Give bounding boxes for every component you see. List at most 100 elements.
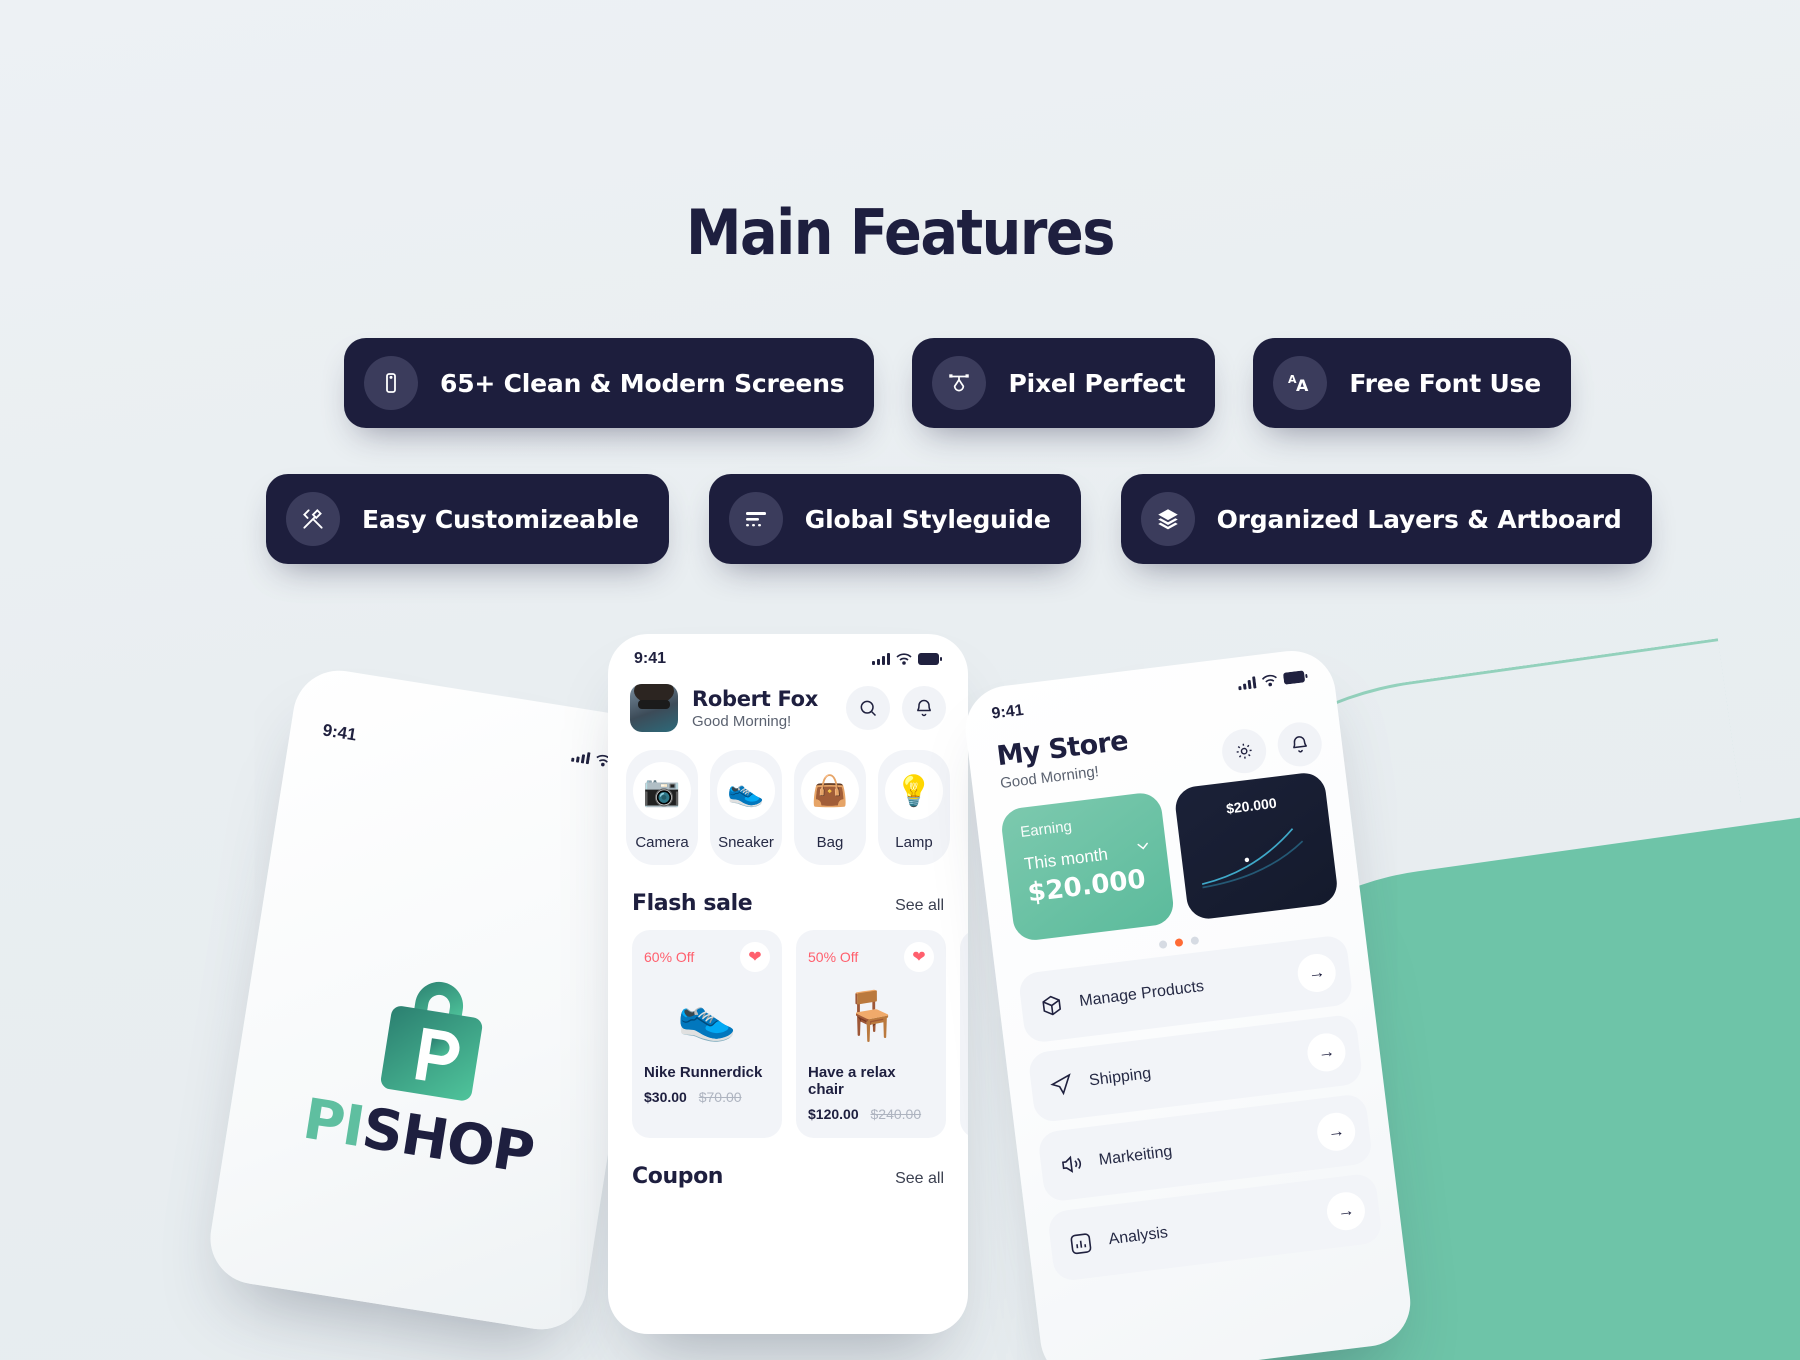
search-button[interactable] bbox=[846, 686, 890, 730]
menu-item-label: Markeiting bbox=[1097, 1142, 1174, 1169]
product-name: Have a relax chair bbox=[808, 1064, 896, 1098]
pagination-dot[interactable] bbox=[1190, 936, 1200, 946]
presentation-canvas: Main Features 65+ Clean & Modern Screens… bbox=[0, 0, 1800, 1360]
category-item[interactable]: 💡 Lamp bbox=[878, 750, 950, 865]
user-name: Robert Fox bbox=[692, 686, 819, 711]
store-menu-list: Manage Products → Shipping → Markeiting … bbox=[995, 928, 1402, 1285]
product-list: 60% Off ❤ 👟 Nike Runnerdick $30.00 $70.0… bbox=[608, 916, 968, 1138]
notification-button[interactable] bbox=[902, 686, 946, 730]
line-chart-graphic bbox=[1201, 828, 1304, 889]
feature-pill-free-font[interactable]: A A Free Font Use bbox=[1253, 338, 1571, 428]
favorite-heart-icon[interactable]: ❤ bbox=[904, 942, 934, 972]
product-price: $30.00 $70.00 bbox=[644, 1089, 770, 1105]
price-original: $70.00 bbox=[698, 1089, 742, 1105]
speaker-icon bbox=[1062, 1155, 1082, 1173]
category-item[interactable]: 📷 Camera bbox=[626, 750, 698, 865]
see-all-link[interactable]: See all bbox=[895, 1170, 944, 1188]
feature-label: Pixel Perfect bbox=[1008, 368, 1186, 398]
status-indicators bbox=[872, 653, 942, 665]
product-image: 🪑 bbox=[841, 989, 901, 1043]
product-price: $120.00 $240.00 bbox=[808, 1106, 934, 1122]
category-label: Sneaker bbox=[718, 834, 774, 851]
arrow-right-icon[interactable]: → bbox=[1324, 1190, 1368, 1233]
menu-item-label: Shipping bbox=[1088, 1065, 1153, 1090]
product-card[interactable]: 60% Off ❤ 👟 Nike Runnerdick $30.00 $70.0… bbox=[632, 930, 782, 1138]
arrow-right-icon[interactable]: → bbox=[1295, 951, 1338, 995]
favorite-heart-icon[interactable]: ❤ bbox=[740, 942, 770, 972]
product-name: Nike Runnerdick bbox=[644, 1064, 763, 1081]
brand-wordmark: PISHOP bbox=[299, 1087, 538, 1187]
settings-button[interactable] bbox=[1219, 726, 1269, 776]
feature-label: Organized Layers & Artboard bbox=[1216, 504, 1622, 534]
category-label: Lamp bbox=[895, 834, 933, 851]
arrow-right-icon[interactable]: → bbox=[1305, 1031, 1348, 1074]
status-time: 9:41 bbox=[321, 720, 358, 745]
battery-icon bbox=[1283, 670, 1308, 685]
shopping-bag-logo-icon bbox=[380, 981, 483, 1101]
feature-pill-layers[interactable]: Organized Layers & Artboard bbox=[1120, 474, 1652, 564]
product-card-top: 50% Off ❤ bbox=[808, 942, 934, 972]
bell-icon bbox=[916, 699, 932, 717]
section-title: Flash sale bbox=[632, 891, 753, 916]
category-label: Bag bbox=[816, 834, 844, 851]
tools-icon bbox=[286, 492, 340, 546]
styleguide-icon bbox=[728, 492, 783, 546]
feature-row-2: Easy Customizeable Global Styleguide Org… bbox=[266, 474, 1652, 564]
sneaker-icon: 👟 bbox=[717, 762, 775, 820]
greeting-block: Robert Fox Good Morning! bbox=[692, 687, 818, 730]
status-time: 9:41 bbox=[634, 650, 667, 667]
brand-wordmark-shop: SHOP bbox=[357, 1095, 538, 1188]
earning-card[interactable]: Earning This month $20.000 bbox=[999, 790, 1176, 943]
chart-card[interactable]: $20.000 bbox=[1173, 770, 1340, 922]
product-card[interactable]: 30% Off ❤ ⌚ Rolex watch $80.00 $160.00 bbox=[960, 930, 968, 1138]
pen-tool-icon bbox=[932, 356, 987, 410]
category-label: Camera bbox=[635, 834, 689, 851]
menu-item-label: Manage Products bbox=[1078, 977, 1205, 1011]
category-item[interactable]: 👜 Bag bbox=[794, 750, 866, 865]
gear-icon bbox=[1236, 743, 1252, 759]
product-card[interactable]: 50% Off ❤ 🪑 Have a relax chair $120.00 $… bbox=[796, 930, 946, 1138]
feature-label: 65+ Clean & Modern Screens bbox=[440, 368, 845, 398]
pagination-dot-active[interactable] bbox=[1174, 938, 1184, 948]
status-bar: 9:41 bbox=[608, 634, 968, 672]
product-card-top: 60% Off ❤ bbox=[644, 942, 770, 972]
signal-icon bbox=[872, 653, 890, 665]
feature-label: Global Styleguide bbox=[804, 504, 1051, 534]
earning-label: Earning bbox=[1019, 817, 1073, 841]
feature-pill-screens[interactable]: 65+ Clean & Modern Screens bbox=[344, 338, 875, 428]
notification-button[interactable] bbox=[1275, 719, 1325, 769]
product-image: 👟 bbox=[677, 989, 737, 1043]
feature-row-1: 65+ Clean & Modern Screens Pixel Perfect… bbox=[344, 338, 1571, 428]
phone-mockup-home: 9:41 Robert Fox Good Morning! 📷 Camera 👟… bbox=[608, 634, 968, 1334]
typography-aa-icon: A A bbox=[1273, 356, 1328, 410]
page-title: Main Features bbox=[686, 196, 1115, 269]
discount-badge: 60% Off bbox=[644, 949, 695, 965]
price-current: $120.00 bbox=[808, 1106, 859, 1122]
category-item[interactable]: 👟 Sneaker bbox=[710, 750, 782, 865]
arrow-right-icon[interactable]: → bbox=[1315, 1110, 1358, 1153]
brand-wordmark-pi: PI bbox=[298, 1086, 369, 1161]
pagination-dot[interactable] bbox=[1158, 940, 1168, 949]
coupon-header: Coupon See all bbox=[608, 1138, 968, 1189]
svg-text:A: A bbox=[1296, 376, 1309, 395]
price-current: $30.00 bbox=[644, 1089, 687, 1105]
brand-logo: PISHOP bbox=[226, 939, 633, 1199]
camera-icon: 📷 bbox=[633, 762, 691, 820]
search-icon bbox=[860, 700, 877, 717]
wifi-icon bbox=[1261, 674, 1277, 687]
flash-sale-header: Flash sale See all bbox=[608, 865, 968, 916]
feature-label: Easy Customizeable bbox=[362, 504, 639, 534]
price-original: $240.00 bbox=[870, 1106, 922, 1122]
feature-label: Free Font Use bbox=[1349, 368, 1541, 398]
see-all-link[interactable]: See all bbox=[895, 897, 944, 915]
header-actions bbox=[846, 686, 946, 730]
bell-icon bbox=[1292, 736, 1307, 753]
feature-pill-pixel-perfect[interactable]: Pixel Perfect bbox=[912, 338, 1216, 428]
chevron-down-icon[interactable] bbox=[1133, 836, 1154, 861]
bag-icon: 👜 bbox=[801, 762, 859, 820]
feature-pill-styleguide[interactable]: Global Styleguide bbox=[708, 474, 1081, 564]
avatar[interactable] bbox=[630, 684, 678, 732]
feature-pill-customizeable[interactable]: Easy Customizeable bbox=[266, 474, 669, 564]
box-icon bbox=[1042, 995, 1062, 1016]
phone-icon bbox=[364, 356, 418, 410]
